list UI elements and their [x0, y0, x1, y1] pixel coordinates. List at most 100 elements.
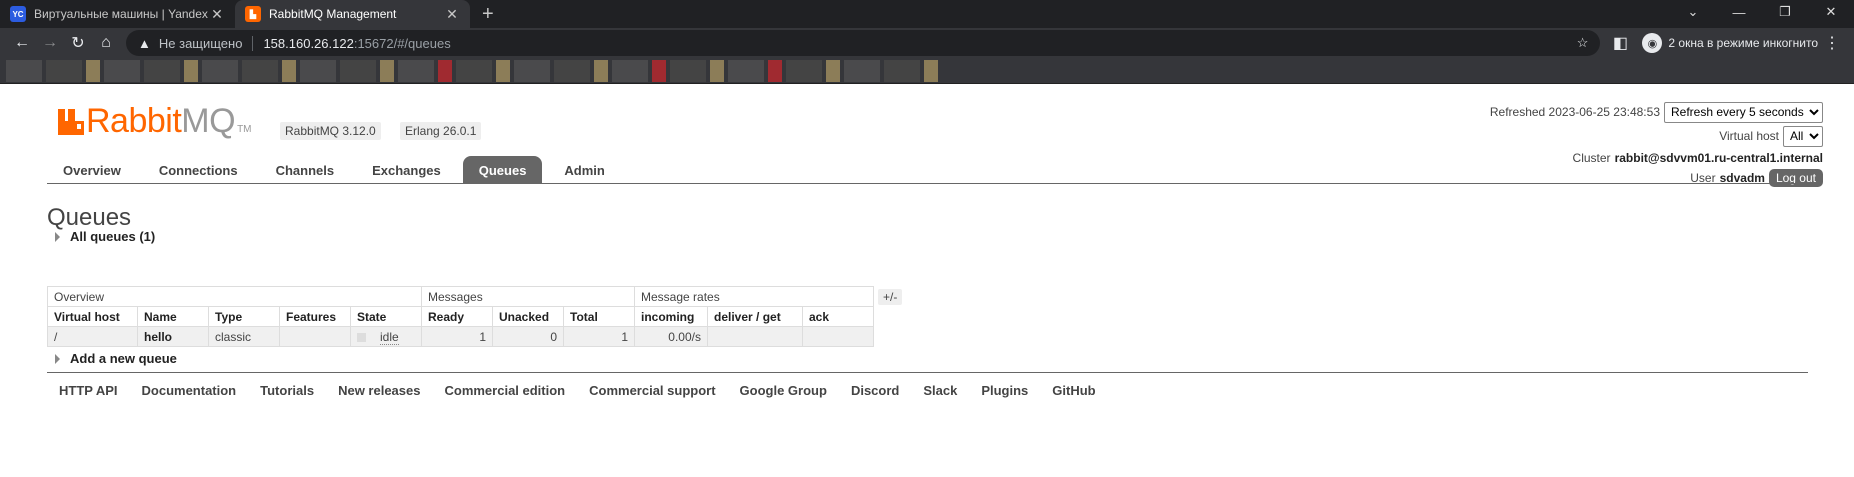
close-window-icon[interactable]: ✕ — [1808, 0, 1854, 24]
browser-tab-rabbitmq[interactable]: ▙ RabbitMQ Management ✕ — [235, 0, 470, 28]
virtual-host-select[interactable]: All — [1783, 125, 1823, 147]
footer-link-discord[interactable]: Discord — [851, 383, 899, 398]
tab-search-icon[interactable]: ⌄ — [1670, 0, 1716, 24]
browser-tab-yandex[interactable]: YC Виртуальные машины | Yandex Cloud ✕ — [0, 0, 235, 28]
sidebar-icon[interactable]: ◧ — [1606, 30, 1634, 56]
expand-triangle-icon — [55, 231, 60, 242]
bookmark-item[interactable] — [380, 59, 394, 82]
footer-link-commercial-edition[interactable]: Commercial edition — [444, 383, 565, 398]
logo-trademark: TM — [237, 124, 252, 135]
bookmark-item[interactable] — [398, 59, 434, 82]
menu-icon[interactable]: ⋮ — [1818, 30, 1846, 56]
col-ready[interactable]: Ready — [421, 306, 493, 327]
col-incoming[interactable]: incoming — [634, 306, 708, 327]
tab-connections[interactable]: Connections — [143, 156, 254, 184]
footer-link-slack[interactable]: Slack — [923, 383, 957, 398]
bookmark-item[interactable] — [612, 59, 648, 82]
bookmark-item[interactable] — [242, 59, 278, 82]
warning-icon[interactable]: ▲ — [138, 36, 151, 51]
footer-link-tutorials[interactable]: Tutorials — [260, 383, 314, 398]
tab-channels[interactable]: Channels — [260, 156, 351, 184]
tab-queues[interactable]: Queues — [462, 156, 543, 184]
bookmark-star-icon[interactable]: ☆ — [1577, 35, 1589, 51]
columns-toggle-button[interactable]: +/- — [878, 289, 903, 305]
bookmark-item[interactable] — [652, 59, 666, 82]
footer-link-plugins[interactable]: Plugins — [981, 383, 1028, 398]
minimize-icon[interactable]: — — [1716, 0, 1762, 24]
bookmark-item[interactable] — [438, 59, 452, 82]
col-total[interactable]: Total — [563, 306, 635, 327]
bookmark-item[interactable] — [554, 59, 590, 82]
cell-incoming: 0.00/s — [634, 326, 708, 347]
bookmark-item[interactable] — [496, 59, 510, 82]
erlang-version-badge: Erlang 26.0.1 — [400, 122, 482, 140]
bookmark-item[interactable] — [202, 59, 238, 82]
logo-text-rabbit: Rabbit — [86, 102, 182, 140]
bookmark-item[interactable] — [184, 59, 198, 82]
bookmark-item[interactable] — [594, 59, 608, 82]
restore-icon[interactable]: ❐ — [1762, 0, 1808, 24]
home-icon[interactable]: ⌂ — [92, 30, 120, 56]
cell-ready: 1 — [421, 326, 493, 347]
bookmark-item[interactable] — [786, 59, 822, 82]
col-state[interactable]: State — [350, 306, 422, 327]
yandex-cloud-icon: YC — [10, 6, 26, 22]
bookmark-item[interactable] — [144, 59, 180, 82]
bookmark-item[interactable] — [670, 59, 706, 82]
address-bar[interactable]: ▲ Не защищено 158.160.26.122 :15672/#/qu… — [126, 30, 1601, 56]
new-tab-button[interactable]: + — [470, 0, 506, 28]
bookmark-item[interactable] — [768, 59, 782, 82]
col-unacked[interactable]: Unacked — [492, 306, 564, 327]
footer-link-http-api[interactable]: HTTP API — [59, 383, 118, 398]
col-virtual-host[interactable]: Virtual host — [47, 306, 138, 327]
col-ack[interactable]: ack — [802, 306, 874, 327]
bookmark-item[interactable] — [340, 59, 376, 82]
footer-link-documentation[interactable]: Documentation — [142, 383, 237, 398]
bookmark-item[interactable] — [710, 59, 724, 82]
all-queues-toggle[interactable]: All queues (1) — [55, 229, 155, 244]
bookmark-item[interactable] — [6, 59, 42, 82]
bookmark-item[interactable] — [844, 59, 880, 82]
rabbitmq-version-badge: RabbitMQ 3.12.0 — [280, 122, 381, 140]
queue-name-link[interactable]: hello — [137, 326, 209, 347]
bookmark-item[interactable] — [46, 59, 82, 82]
bookmark-item[interactable] — [924, 59, 938, 82]
close-tab-icon[interactable]: ✕ — [444, 6, 460, 23]
bookmark-item[interactable] — [826, 59, 840, 82]
col-name[interactable]: Name — [137, 306, 209, 327]
forward-icon[interactable]: → — [36, 30, 64, 56]
bookmark-item[interactable] — [514, 59, 550, 82]
state-label: idle — [380, 329, 399, 345]
state-indicator-icon — [357, 332, 366, 342]
reload-icon[interactable]: ↻ — [64, 30, 92, 56]
bookmark-item[interactable] — [456, 59, 492, 82]
bookmark-item[interactable] — [104, 59, 140, 82]
main-nav-tabs: Overview Connections Channels Exchanges … — [47, 156, 1808, 184]
add-queue-toggle[interactable]: Add a new queue — [55, 351, 177, 366]
bookmark-item[interactable] — [728, 59, 764, 82]
cell-deliver-get — [707, 326, 803, 347]
footer-link-new-releases[interactable]: New releases — [338, 383, 420, 398]
tab-overview[interactable]: Overview — [47, 156, 137, 184]
col-deliver-get[interactable]: deliver / get — [707, 306, 803, 327]
bookmark-item[interactable] — [282, 59, 296, 82]
bookmark-item[interactable] — [884, 59, 920, 82]
footer-link-commercial-support[interactable]: Commercial support — [589, 383, 715, 398]
refresh-interval-select[interactable]: Refresh every 5 seconds — [1664, 101, 1823, 123]
back-icon[interactable]: ← — [8, 30, 36, 56]
expand-triangle-icon — [55, 353, 60, 364]
tab-admin[interactable]: Admin — [548, 156, 620, 184]
bookmark-item[interactable] — [300, 59, 336, 82]
incognito-icon: ◉ — [1642, 33, 1663, 53]
footer-divider — [47, 372, 1808, 373]
rabbitmq-logo[interactable]: Rabbit MQ TM — [58, 102, 252, 141]
tab-exchanges[interactable]: Exchanges — [356, 156, 457, 184]
footer-link-google-group[interactable]: Google Group — [740, 383, 827, 398]
col-type[interactable]: Type — [208, 306, 280, 327]
close-tab-icon[interactable]: ✕ — [209, 6, 225, 23]
insecure-label[interactable]: Не защищено — [159, 35, 254, 51]
incognito-indicator[interactable]: ◉ 2 окна в режиме инкогнито — [1642, 33, 1818, 53]
cell-features — [279, 326, 351, 347]
footer-link-github[interactable]: GitHub — [1052, 383, 1095, 398]
bookmark-item[interactable] — [86, 59, 100, 82]
